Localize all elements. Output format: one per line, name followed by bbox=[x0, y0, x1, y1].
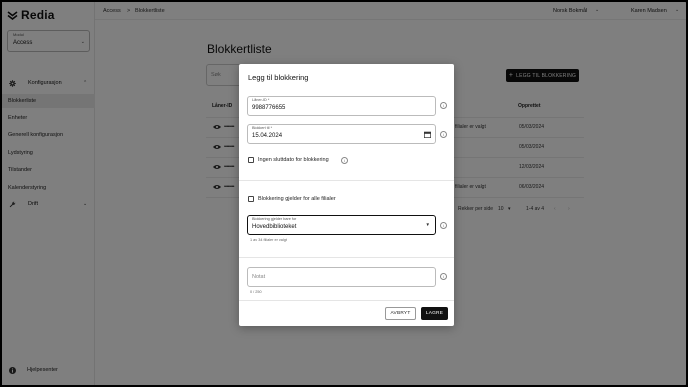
info-icon[interactable]: i bbox=[440, 222, 447, 229]
divider bbox=[239, 180, 454, 181]
checkbox-box[interactable] bbox=[248, 196, 254, 202]
branch-select-value: Hovedbiblioteket bbox=[252, 224, 297, 230]
blocked-until-label: Blokkert til * bbox=[252, 126, 273, 130]
blocked-until-field[interactable]: Blokkert til * 15.04.2024 bbox=[247, 124, 436, 144]
info-icon[interactable]: i bbox=[440, 131, 447, 138]
note-placeholder: Notat bbox=[252, 274, 266, 280]
caret-down-icon: ▼ bbox=[425, 222, 430, 227]
branch-select-helper: 1 av 34 filialer er valgt bbox=[250, 238, 287, 242]
borrower-id-field[interactable]: Låner-ID * 9988776655 bbox=[247, 96, 436, 116]
checkbox-box[interactable] bbox=[248, 157, 254, 163]
app-window: Redia Modul Access ⌄ Konfigurasjon ⌃ bbox=[0, 0, 688, 387]
dialog-title: Legg til blokkering bbox=[248, 73, 309, 82]
borrower-id-label: Låner-ID * bbox=[252, 98, 270, 102]
all-branches-label: Blokkering gjelder for alle filialer bbox=[258, 196, 336, 202]
calendar-icon[interactable] bbox=[424, 131, 431, 138]
blocked-until-value: 15.04.2024 bbox=[252, 133, 283, 139]
save-button[interactable]: LAGRE bbox=[421, 307, 448, 320]
add-block-dialog: Legg til blokkering Låner-ID * 998877665… bbox=[239, 64, 454, 326]
info-icon[interactable]: i bbox=[440, 102, 447, 109]
divider bbox=[239, 257, 454, 258]
no-end-date-label: Ingen sluttdato for blokkering bbox=[258, 157, 329, 163]
branch-select[interactable]: Blokkering gjelder bare for Hovedbibliot… bbox=[247, 215, 436, 235]
branch-select-label: Blokkering gjelder bare for bbox=[252, 217, 297, 221]
divider bbox=[239, 300, 454, 301]
info-icon[interactable]: i bbox=[341, 157, 348, 164]
note-field[interactable]: Notat bbox=[247, 267, 436, 287]
borrower-id-value: 9988776655 bbox=[252, 105, 286, 111]
cancel-button[interactable]: AVBRYT bbox=[385, 307, 416, 320]
note-counter: 0 / 250 bbox=[250, 290, 262, 294]
info-icon[interactable]: i bbox=[440, 273, 447, 280]
